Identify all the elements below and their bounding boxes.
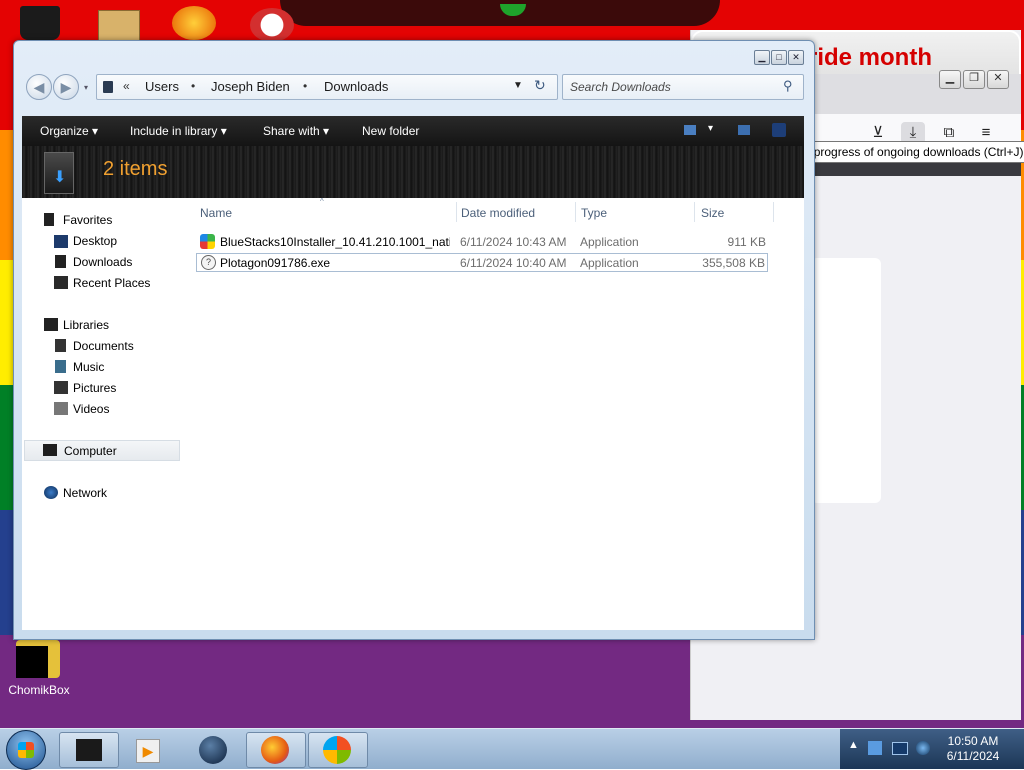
explorer-close-button[interactable]: ✕ [788,50,804,65]
file-size: 911 KB [727,235,766,249]
file-row-selected[interactable]: ? Plotagon091786.exe 6/11/2024 10:40 AM … [196,253,768,272]
taskbar: ▶ ▲ 10:50 AM 6/11/2024 [0,728,1024,770]
file-row[interactable]: BlueStacks10Installer_10.41.210.1001_nat… [196,232,768,251]
breadcrumb-separator[interactable]: • [303,79,307,93]
column-header-type[interactable]: Type [581,206,607,220]
help-icon[interactable] [772,123,786,137]
command-bar: Organize ▾ Include in library ▾ Share wi… [22,116,804,146]
browser-minimize-button[interactable]: ▁ [939,70,961,89]
back-button[interactable]: ◀ [26,74,52,100]
column-divider[interactable] [773,202,774,222]
change-view-icon[interactable] [684,125,696,135]
column-header-size[interactable]: Size [701,206,724,220]
tray-display-icon[interactable] [892,742,908,755]
tray-network-icon[interactable] [916,741,930,755]
file-size: 355,508 KB [702,256,765,270]
include-in-library-button[interactable]: Include in library ▾ [130,124,227,138]
content-area: Favorites Desktop Downloads Recent Place… [22,197,804,630]
clock-time: 10:50 AM [947,734,999,748]
explorer-window: ▁ □ ✕ ◀ ▶ ▾ « Users • Joseph Biden • Dow… [13,40,815,640]
include-in-library-label: Include in library [130,124,218,138]
chomikbox-label: ChomikBox [8,683,70,697]
breadcrumb-overflow[interactable]: « [123,79,130,93]
taskbar-firefox[interactable] [246,732,306,768]
column-divider[interactable] [456,202,457,222]
column-divider[interactable] [694,202,695,222]
explorer-maximize-button[interactable]: □ [771,50,787,65]
taskbar-globe[interactable] [183,732,241,766]
sort-ascending-icon: ^ [320,197,324,206]
breadcrumb-users[interactable]: Users [145,79,179,94]
downloads-folder-icon: ⬇ [44,152,74,194]
browser-close-button[interactable]: ✕ [987,70,1009,89]
exe-icon: ? [201,255,216,270]
taskbar-clock[interactable]: 10:50 AM 6/11/2024 [938,734,1008,764]
taskbar-windows-update[interactable] [308,732,368,768]
clock-date: 6/11/2024 [946,749,1000,763]
breadcrumb-joseph-biden[interactable]: Joseph Biden [211,79,290,94]
chevron-down-icon: ▾ [92,124,99,138]
globe-icon [199,736,227,764]
browser-content-card [811,258,881,503]
new-folder-button[interactable]: New folder [362,124,419,138]
search-icon[interactable]: ⚲ [783,78,793,94]
chevron-down-icon: ▾ [220,124,227,138]
search-placeholder: Search Downloads [570,80,671,94]
explorer-minimize-button[interactable]: ▁ [754,50,770,65]
start-button[interactable] [6,730,46,770]
computer-icon [103,81,113,93]
address-bar[interactable]: « Users • Joseph Biden • Downloads ▼ ↻ [96,74,558,100]
file-type: Application [580,256,639,270]
share-with-label: Share with [263,124,320,138]
file-list: Name ^ Date modified Type Size BlueStack… [22,197,804,630]
breadcrumb-separator[interactable]: • [191,79,195,93]
address-dropdown-icon[interactable]: ▼ [513,80,523,91]
desktop-icon-chomikbox[interactable]: ChomikBox [8,640,70,700]
taskbar-media-player[interactable]: ▶ [120,732,178,766]
file-name: Plotagon091786.exe [220,256,331,270]
pride-banner-text: ride month [808,44,932,71]
desktop-icon-folder[interactable] [98,10,140,42]
windows-update-icon [323,736,351,764]
desktop-icon-recycle-bin[interactable] [20,6,60,40]
file-date: 6/11/2024 10:43 AM [460,235,567,249]
refresh-icon[interactable]: ↻ [534,77,546,94]
firefox-icon [261,736,289,764]
browser-maximize-button[interactable]: ❐ [963,70,985,89]
column-header-name[interactable]: Name [200,206,232,220]
show-hidden-icons-icon[interactable]: ▲ [848,739,859,751]
view-options-chevron-icon[interactable]: ▾ [708,123,713,134]
desktop-icon-firefox[interactable] [172,6,216,40]
recent-pages-icon[interactable]: ▾ [84,83,88,92]
preview-pane-icon[interactable] [738,125,750,135]
share-with-button[interactable]: Share with ▾ [263,124,329,138]
chomikbox-redact [16,646,48,678]
file-date: 6/11/2024 10:40 AM [460,256,567,270]
column-divider[interactable] [575,202,576,222]
column-header-date-modified[interactable]: Date modified [461,206,535,220]
organize-button[interactable]: Organize ▾ [40,124,98,138]
navigation-buttons: ◀ ▶ [26,74,80,100]
organize-label: Organize [40,124,89,138]
details-pane: ⬇ 2 items [22,146,804,198]
file-name: BlueStacks10Installer_10.41.210.1001_nat… [220,235,450,249]
tray-app-icon[interactable] [868,741,882,755]
media-player-icon: ▶ [136,739,160,763]
bluestacks-icon [200,234,215,249]
item-count: 2 items [103,158,168,180]
file-type: Application [580,235,639,249]
search-input[interactable]: Search Downloads ⚲ [562,74,804,100]
forward-button[interactable]: ▶ [53,74,79,100]
explorer-icon [76,739,102,761]
desktop-icon-pdf[interactable] [250,8,294,42]
taskbar-explorer[interactable] [59,732,119,768]
download-arrow-icon: ⬇ [53,169,67,186]
windows-logo-icon [18,742,34,758]
chevron-down-icon: ▾ [323,124,330,138]
breadcrumb-downloads[interactable]: Downloads [324,79,388,94]
